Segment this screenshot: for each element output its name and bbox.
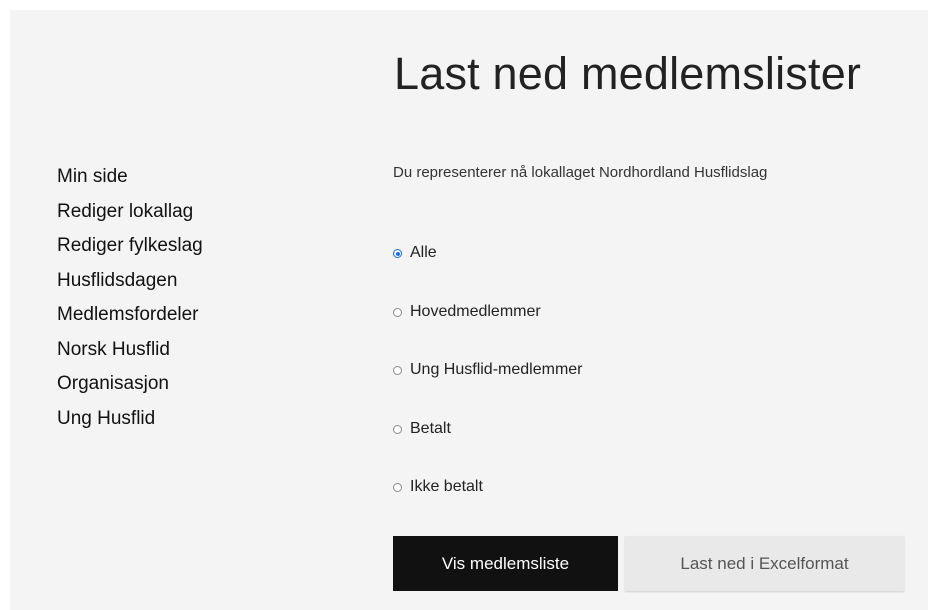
radio-button-checked[interactable] <box>393 249 402 258</box>
sidebar-item-medlemsfordeler[interactable]: Medlemsfordeler <box>57 298 203 333</box>
filter-option-label: Betalt <box>410 419 451 437</box>
radio-button[interactable] <box>393 366 402 375</box>
member-filter-group: Alle Hovedmedlemmer Ung Husflid-medlemme… <box>393 241 583 534</box>
filter-option-label: Hovedmedlemmer <box>410 302 541 320</box>
sidebar-item-organisasjon[interactable]: Organisasjon <box>57 367 203 402</box>
radio-button[interactable] <box>393 424 402 434</box>
radio-button[interactable] <box>393 483 402 492</box>
sidebar-item-husflidsdagen[interactable]: Husflidsdagen <box>57 264 203 299</box>
sidebar-item-norsk-husflid[interactable]: Norsk Husflid <box>57 333 203 368</box>
filter-option-betalt[interactable]: Betalt <box>393 417 583 441</box>
sidebar-item-min-side[interactable]: Min side <box>57 160 203 195</box>
representation-text: Du representerer nå lokallaget Nordhordl… <box>393 164 768 181</box>
filter-option-alle[interactable]: Alle <box>393 241 583 265</box>
filter-option-label: Ikke betalt <box>410 478 483 495</box>
sidebar-item-ung-husflid[interactable]: Ung Husflid <box>57 402 203 437</box>
filter-option-label: Alle <box>410 244 437 261</box>
radio-button[interactable] <box>393 307 402 317</box>
page-title: Last ned medlemslister <box>394 48 862 99</box>
show-member-list-button[interactable]: Vis medlemsliste <box>393 536 618 591</box>
download-excel-button[interactable]: Last ned i Excelformat <box>625 536 904 591</box>
filter-option-label: Ung Husflid-medlemmer <box>410 361 583 378</box>
filter-option-ung-husflid-medlemmer[interactable]: Ung Husflid-medlemmer <box>393 358 583 382</box>
sidebar-nav: Min side Rediger lokallag Rediger fylkes… <box>57 160 203 436</box>
filter-option-hovedmedlemmer[interactable]: Hovedmedlemmer <box>393 300 583 324</box>
sidebar-item-rediger-fylkeslag[interactable]: Rediger fylkeslag <box>57 229 203 264</box>
filter-option-ikke-betalt[interactable]: Ikke betalt <box>393 475 583 499</box>
sidebar-item-rediger-lokallag[interactable]: Rediger lokallag <box>57 195 203 230</box>
